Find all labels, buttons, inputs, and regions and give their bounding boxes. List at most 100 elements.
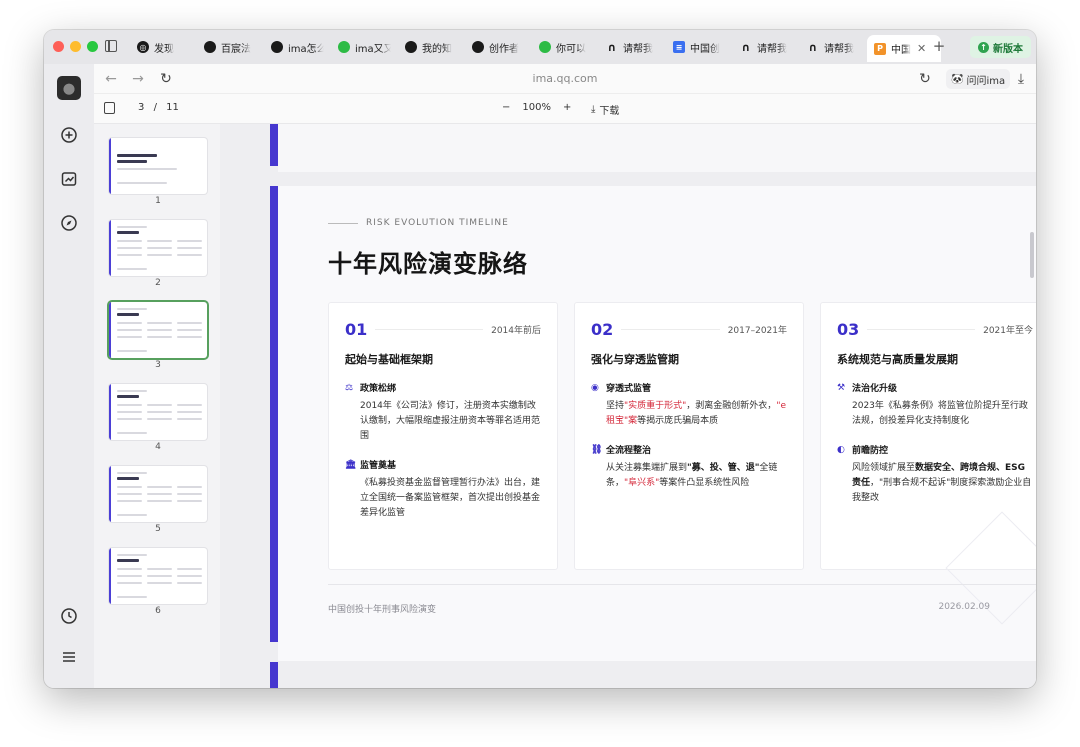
thumbnail-line (117, 477, 139, 480)
download-button[interactable]: ⤓ 下载 (591, 102, 619, 117)
thumbnail-panel-icon[interactable] (104, 102, 115, 114)
tab-1[interactable]: ◎ 发现 (130, 35, 197, 59)
compass-icon: ◎ (137, 41, 149, 53)
wechat-icon (539, 41, 551, 53)
tab-label: ima怎么 (288, 43, 324, 55)
page-thumbnail[interactable] (109, 220, 207, 276)
item-title: 全流程整治 (606, 446, 652, 456)
ask-ima-button[interactable]: 🐼 问问ima (946, 69, 1011, 89)
tab-10[interactable]: ∩ 请帮我 (733, 35, 800, 59)
card-header: 02 2017–2021年 (591, 319, 787, 339)
close-tab-icon[interactable]: ✕ (917, 42, 926, 55)
current-page-input[interactable]: 3 (138, 102, 144, 113)
tab-9[interactable]: ≡ 中国创 (666, 35, 733, 59)
new-version-button[interactable]: ↑ 新版本 (970, 36, 1031, 58)
item-title-row: ⚖ 政策松绑 (345, 381, 541, 395)
item-title-row: 🏛 监管奠基 (345, 458, 541, 472)
thumbnail-line (117, 418, 142, 420)
desc-segment: 等揭示庞氏骗局本质 (637, 416, 719, 426)
thumbnail-number: 4 (155, 442, 161, 452)
avatar[interactable] (57, 76, 81, 100)
page-thumbnail[interactable] (109, 548, 207, 604)
desc-segment: 风险领域扩展至 (852, 463, 916, 473)
thumbnail-line (117, 247, 142, 249)
sidebar-toggle-icon[interactable] (105, 40, 117, 52)
page-thumbnail[interactable] (109, 302, 207, 358)
page-thumbnail[interactable] (109, 466, 207, 522)
thumbnail-line (177, 418, 202, 420)
thumbnail-line (147, 329, 172, 331)
thumbnail-line (117, 596, 147, 598)
thumbnail-number: 5 (155, 524, 161, 534)
tab-8[interactable]: ∩ 请帮我 (599, 35, 666, 59)
thumbnail-line (177, 575, 202, 577)
item-title: 监管奠基 (360, 461, 397, 471)
desc-segment: 2014年《公司法》修订，注册资本实缴制改认缴制，大幅限缩虚报注册资本等罪名适用… (360, 401, 541, 441)
ima-knowledge-icon (405, 41, 417, 53)
slide-kicker: RISK EVOLUTION TIMELINE (328, 218, 509, 228)
card-rule (375, 328, 484, 330)
refresh-sparkle-icon[interactable]: ↻ (916, 70, 934, 88)
thumbnail-line (177, 486, 202, 488)
add-circle-icon[interactable] (58, 124, 80, 146)
thumbnail-accent (109, 548, 111, 604)
scrollbar[interactable] (1030, 232, 1034, 278)
minimize-window-button[interactable] (70, 41, 81, 52)
item-title: 政策松绑 (360, 384, 397, 394)
zoom-out-button[interactable]: − (502, 102, 510, 113)
card-number: 02 (591, 319, 614, 339)
thumbnail-line (117, 160, 147, 163)
thumbnail-line (177, 411, 202, 413)
zoom-window-button[interactable] (87, 41, 98, 52)
thumbnail-line (147, 568, 172, 570)
zoom-in-button[interactable]: + (563, 102, 571, 113)
item-description: 2023年《私募条例》将监管位阶提升至行政法规，创投差异化支持制度化 (837, 399, 1033, 429)
edit-note-icon[interactable] (58, 168, 80, 190)
item-description: 坚持"实质重于形式"，剥离金融创新外衣，"e租宝"案等揭示庞氏骗局本质 (591, 399, 787, 429)
thumbnail-accent (109, 220, 111, 276)
kicker-text: RISK EVOLUTION TIMELINE (366, 218, 509, 228)
compass-icon[interactable] (58, 212, 80, 234)
menu-icon[interactable] (58, 646, 80, 668)
download-icon: ⤓ (591, 104, 596, 115)
page-thumbnail[interactable] (109, 384, 207, 440)
timeline-card: 02 2017–2021年 强化与穿透监管期 ◉ 穿透式监管 坚持"实质重于形式"，剥离金… (574, 302, 804, 570)
tab-5[interactable]: 我的知 (398, 35, 465, 59)
main-panel: ← → ↻ ima.qq.com ↻ 🐼 问问ima ⤓ 3 / 11 − 10… (94, 64, 1036, 688)
thumbnail-line (177, 582, 202, 584)
item-description: 从关注募集端扩展到"募、投、管、退"全链条，"阜兴系"等案件凸显系统性风险 (591, 461, 787, 491)
ai-logo-icon: ∩ (741, 40, 751, 54)
panda-icon: 🐼 (951, 73, 964, 85)
thumbnail-line (117, 575, 142, 577)
download-icon[interactable]: ⤓ (1012, 70, 1030, 88)
page-accent-bar (270, 662, 278, 688)
thumbnail-line (147, 575, 172, 577)
thumbnail-line (117, 486, 142, 488)
desc-segment: 等案件凸显系统性风险 (659, 478, 750, 488)
page-thumbnail[interactable] (109, 138, 207, 194)
tab-11[interactable]: ∩ 请帮我 (800, 35, 867, 59)
url-text[interactable]: ima.qq.com (94, 72, 1036, 85)
eye-icon: ◉ (591, 382, 599, 393)
history-clock-icon[interactable] (58, 605, 80, 627)
doc-icon: ≡ (673, 41, 685, 53)
tab-2[interactable]: 百宸法 (197, 35, 264, 59)
tab-12[interactable]: P 中国 ✕ (867, 35, 941, 62)
tab-4[interactable]: ima又又 (331, 35, 398, 59)
thumbnail-line (117, 308, 147, 310)
item-title-row: ◐ 前瞻防控 (837, 443, 1033, 457)
tab-3[interactable]: ima怎么 (264, 35, 331, 59)
card-item: ⚒ 法治化升级 2023年《私募条例》将监管位阶提升至行政法规，创投差异化支持制度化 (837, 381, 1033, 429)
document-viewer: RISK EVOLUTION TIMELINE 十年风险演变脉络 01 2014年… (220, 124, 1036, 688)
thumbnail-panel: 1 2 3 4 5 6 (94, 124, 220, 688)
thumbnail-accent (109, 302, 111, 358)
new-tab-button[interactable]: + (931, 37, 947, 55)
thumbnail-line (117, 350, 147, 352)
close-window-button[interactable] (53, 41, 64, 52)
tab-6[interactable]: 创作者 (465, 35, 532, 59)
thumbnail-line (177, 322, 202, 324)
thumbnail-line (117, 240, 142, 242)
desc-segment: ，"刑事合规不起诉"制度探索激励企业自我整改 (852, 478, 1032, 503)
tab-7[interactable]: 你可以 (532, 35, 599, 59)
gavel-icon: ⚒ (837, 382, 846, 393)
